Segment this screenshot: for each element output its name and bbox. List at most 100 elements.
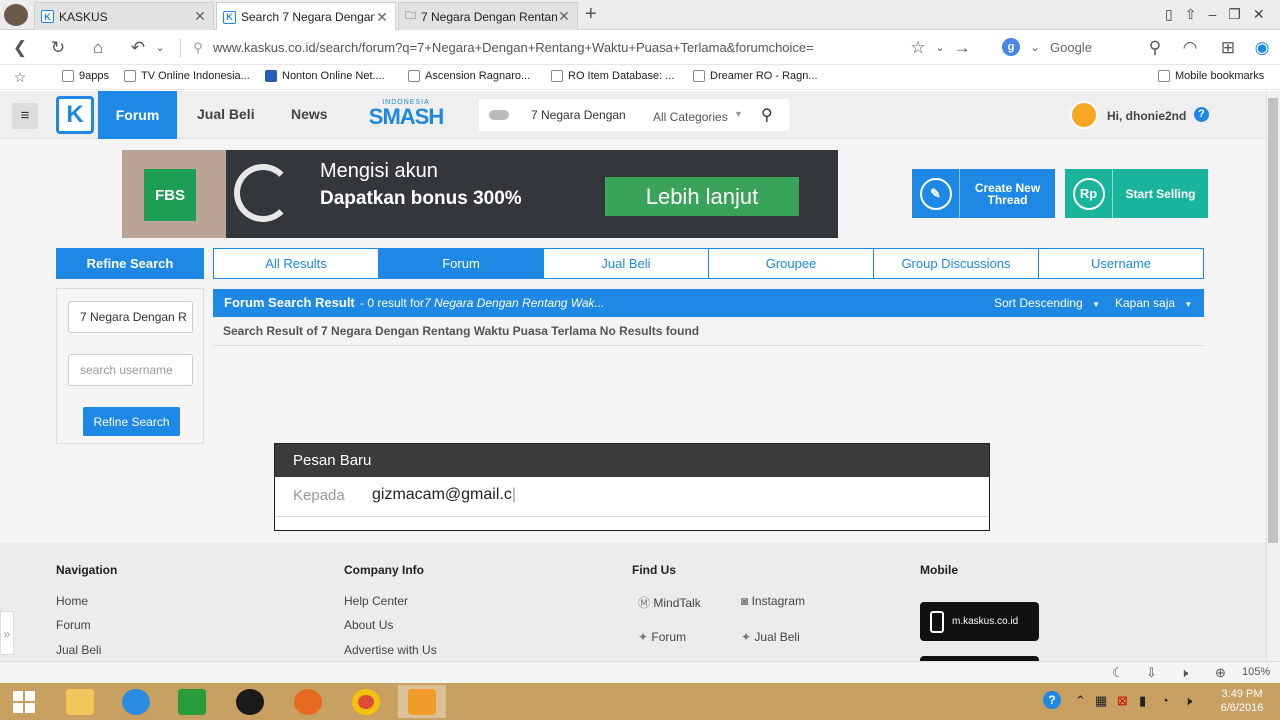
footer-link-mindtalk[interactable]: Ⓜ MindTalk — [638, 594, 701, 611]
taskbar-uc-browser[interactable] — [398, 685, 446, 718]
taskbar-firefox[interactable] — [284, 685, 332, 718]
taskbar-media[interactable] — [226, 685, 274, 718]
start-selling-button[interactable]: Rp Start Selling — [1065, 169, 1208, 218]
ad-banner[interactable]: FBS Mengisi akun Dapatkan bonus 300% Leb… — [122, 150, 838, 238]
recipient-input[interactable]: gizmacam@gmail.c| — [372, 486, 516, 504]
tab-group-discussions[interactable]: Group Discussions — [874, 249, 1039, 278]
help-tray-icon[interactable]: ? — [1043, 691, 1061, 709]
sort-dropdown[interactable]: Sort Descending ▼ — [994, 296, 1100, 310]
skin-icon[interactable]: ⇧ — [1185, 6, 1209, 22]
system-clock[interactable]: 3:49 PM 6/6/2016 — [1212, 687, 1272, 715]
tab-all-results[interactable]: All Results — [214, 249, 379, 278]
restore-icon[interactable]: ❐ — [1228, 6, 1253, 22]
tab-kaskus[interactable]: K KASKUS ✕ — [34, 2, 214, 30]
bookmark-item[interactable]: Dreamer RO - Ragn... — [693, 70, 818, 82]
category-select[interactable]: All Categories — [653, 110, 728, 124]
tab-jual-beli[interactable]: Jual Beli — [544, 249, 709, 278]
url-input[interactable]: www.kaskus.co.id/search/forum?q=7+Negara… — [213, 40, 814, 55]
footer-link-about[interactable]: About Us — [344, 618, 393, 632]
chevron-down-icon[interactable]: ⌄ — [930, 38, 950, 58]
tab-search[interactable]: K Search 7 Negara Dengan R ✕ — [216, 2, 396, 31]
footer-link-twitter-jualbeli[interactable]: ✦ Jual Beli — [741, 630, 800, 644]
nav-jual-beli[interactable]: Jual Beli — [197, 106, 255, 122]
browser-logo-icon[interactable] — [4, 4, 28, 26]
search-input[interactable]: 7 Negara Dengan — [531, 108, 626, 122]
show-hidden-icon[interactable]: ⌃ — [1075, 693, 1086, 709]
footer-link-help[interactable]: Help Center — [344, 594, 408, 608]
new-tab-button[interactable]: + — [585, 3, 597, 26]
footer-link-home[interactable]: Home — [56, 594, 88, 608]
start-button[interactable] — [0, 685, 48, 718]
user-greeting[interactable]: Hi, dhonie2nd — [1107, 109, 1186, 123]
help-icon[interactable]: ? — [1194, 107, 1209, 122]
tab-thread[interactable]: 🗀 7 Negara Dengan Rentang ✕ — [398, 2, 578, 30]
username-input[interactable]: search username — [68, 354, 193, 386]
create-thread-button[interactable]: ✎ Create New Thread — [912, 169, 1055, 218]
extensions-icon[interactable]: ⊞ — [1218, 38, 1238, 58]
network-icon[interactable]: ▦ — [1095, 693, 1107, 709]
scrollbar-thumb[interactable] — [1268, 98, 1278, 543]
window-close-icon[interactable]: ✕ — [1253, 6, 1277, 22]
taskbar-explorer[interactable] — [56, 685, 104, 718]
footer-link-twitter-forum[interactable]: ✦ Forum — [638, 630, 686, 644]
footer-link-forum[interactable]: Forum — [56, 618, 91, 632]
go-arrow-icon[interactable]: → — [952, 38, 972, 58]
smash-logo[interactable]: INDONESIA SMASH — [365, 99, 447, 133]
tab-groupee[interactable]: Groupee — [709, 249, 874, 278]
close-icon[interactable]: ✕ — [193, 8, 207, 25]
tab-forum[interactable]: Forum — [379, 249, 544, 278]
tile-icon[interactable]: ▯ — [1165, 6, 1185, 22]
taskbar-ie[interactable] — [112, 685, 160, 718]
back-icon[interactable]: ❮ — [10, 38, 30, 58]
search-engine-input[interactable]: Google — [1050, 40, 1092, 55]
taskbar-store[interactable] — [168, 685, 216, 718]
home-icon[interactable]: ⌂ — [88, 38, 108, 58]
undo-icon[interactable]: ↶ — [128, 38, 148, 58]
close-icon[interactable]: ✕ — [375, 9, 389, 26]
footer-link-jual-beli[interactable]: Jual Beli — [56, 643, 101, 657]
bookmark-star-icon[interactable]: ☆ — [10, 67, 30, 87]
zoom-icon[interactable]: ⊕ — [1215, 665, 1226, 681]
close-icon[interactable]: ✕ — [557, 8, 571, 25]
sidebar-expand-icon[interactable]: » — [0, 611, 14, 655]
footer-link-instagram[interactable]: ◙ Instagram — [741, 594, 805, 608]
refine-search-button[interactable]: Refine Search — [83, 407, 180, 436]
footer-link-advertise[interactable]: Advertise with Us — [344, 643, 437, 657]
keyword-input[interactable]: 7 Negara Dengan R — [68, 301, 193, 333]
battery-icon[interactable]: ▮ — [1139, 693, 1146, 709]
wifi-tray-icon[interactable]: ◔ — [1161, 693, 1169, 708]
bookmark-item[interactable]: RO Item Database: ... — [551, 70, 674, 82]
mobile-site-button[interactable]: m.kaskus.co.id — [920, 602, 1039, 641]
night-mode-icon[interactable]: ☾ — [1112, 665, 1124, 681]
zoom-level[interactable]: 105% — [1242, 666, 1270, 678]
google-icon[interactable]: g — [1002, 38, 1020, 56]
chevron-down-icon[interactable]: ⌄ — [1025, 38, 1045, 58]
wifi-icon[interactable]: ◠ — [1180, 38, 1200, 58]
bookmark-item[interactable]: TV Online Indonesia... — [124, 70, 250, 82]
search-icon[interactable]: ⚲ — [1145, 38, 1165, 58]
menu-icon[interactable]: ≡ — [12, 103, 38, 129]
download-icon[interactable]: ⇩ — [1146, 665, 1157, 681]
user-icon[interactable]: ◉ — [1252, 38, 1272, 58]
caret-down-icon[interactable]: ▼ — [734, 109, 743, 119]
nav-forum[interactable]: Forum — [98, 91, 177, 139]
banner-cta-button[interactable]: Lebih lanjut — [605, 177, 799, 216]
star-icon[interactable]: ☆ — [908, 38, 928, 58]
avatar[interactable] — [1070, 101, 1098, 129]
mobile-bookmarks[interactable]: Mobile bookmarks — [1158, 70, 1264, 82]
kaskus-logo[interactable]: K — [56, 96, 94, 134]
tab-username[interactable]: Username — [1039, 249, 1203, 278]
bookmark-item[interactable]: Ascension Ragnaro... — [408, 70, 530, 82]
time-dropdown[interactable]: Kapan saja ▼ — [1115, 296, 1192, 310]
bookmark-item[interactable]: 9apps — [62, 70, 109, 82]
search-icon[interactable]: ⚲ — [761, 105, 773, 125]
taskbar-chrome[interactable] — [342, 685, 390, 718]
reload-icon[interactable]: ↻ — [48, 38, 68, 58]
nav-news[interactable]: News — [291, 106, 328, 122]
security-tray-icon[interactable]: ⊠ — [1117, 693, 1128, 709]
minimize-icon[interactable]: – — [1208, 6, 1228, 22]
bookmark-item[interactable]: Nonton Online Net.... — [265, 70, 385, 82]
chevron-down-icon[interactable]: ⌄ — [150, 38, 170, 58]
volume-icon[interactable]: 🕨 — [1180, 665, 1188, 681]
volume-tray-icon[interactable]: 🕨 — [1184, 693, 1192, 709]
